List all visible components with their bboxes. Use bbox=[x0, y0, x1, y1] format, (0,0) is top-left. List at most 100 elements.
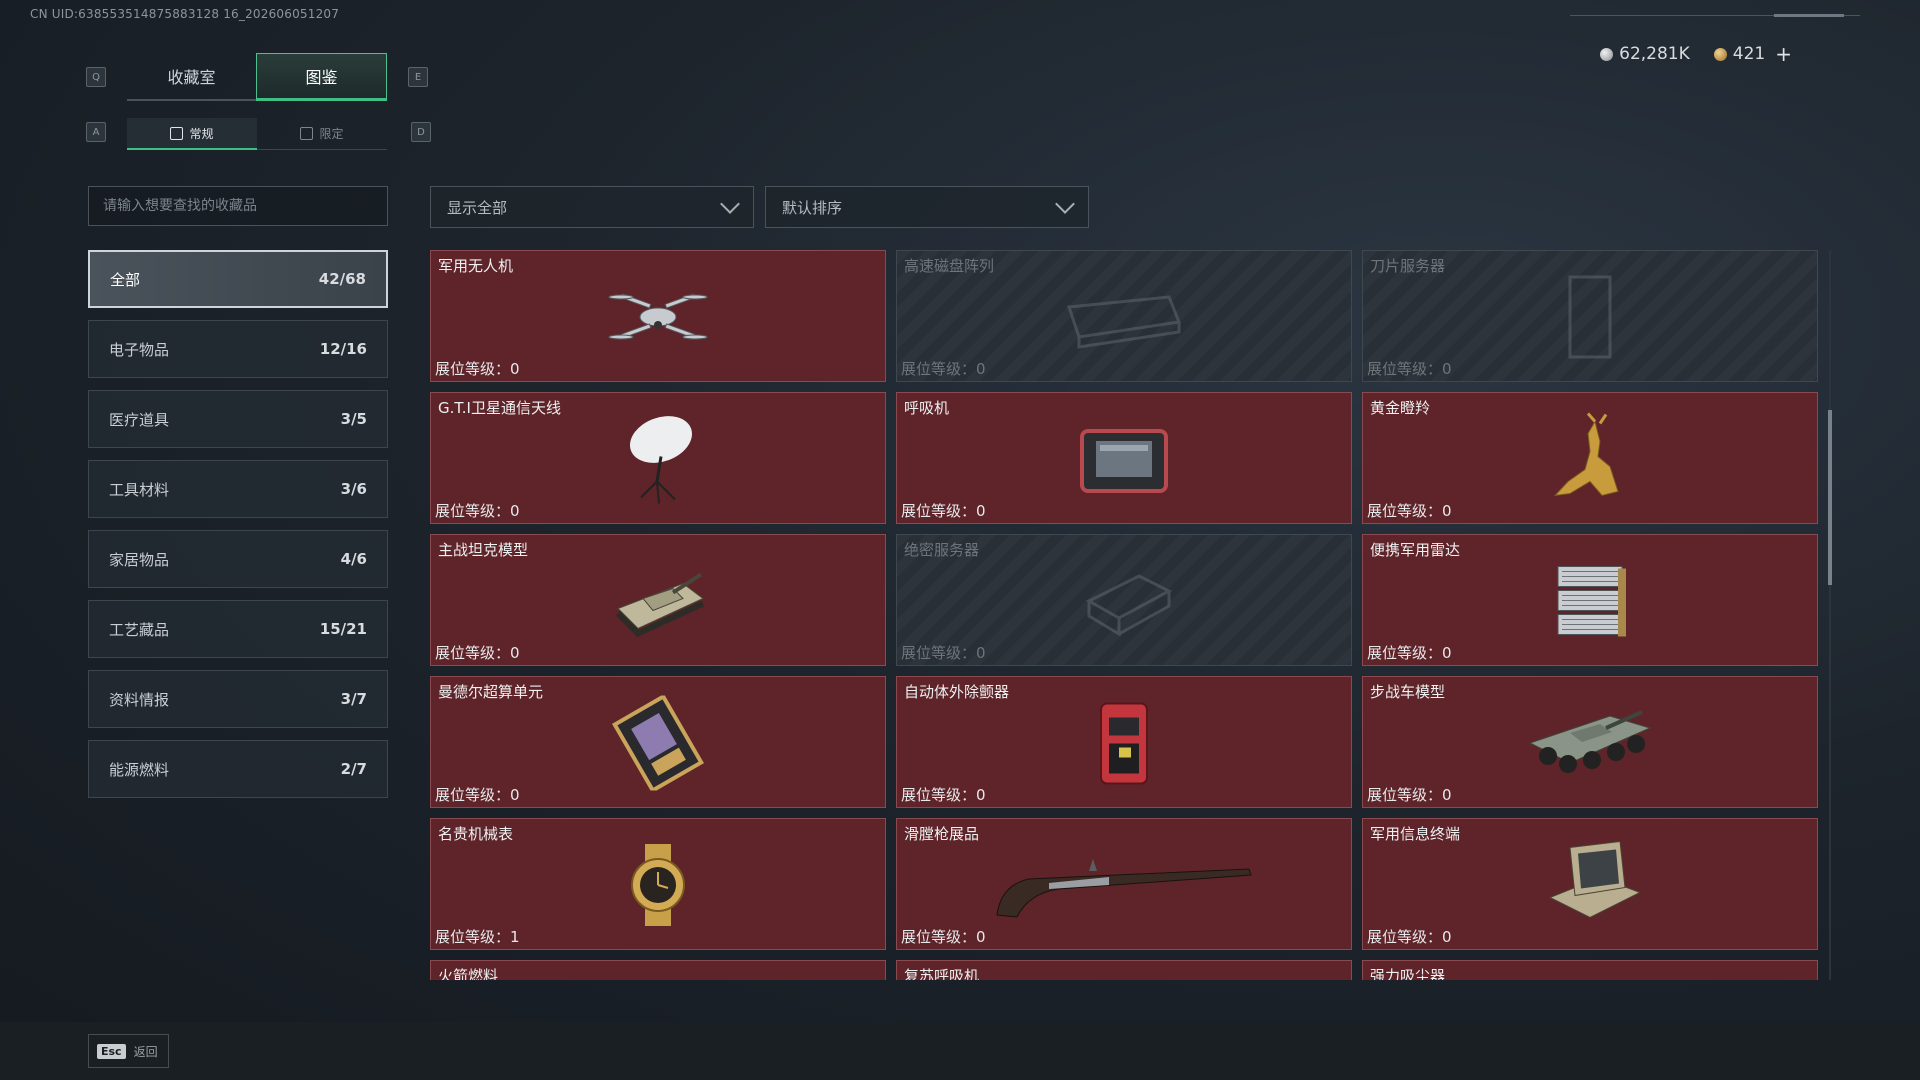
search-input[interactable] bbox=[89, 187, 387, 225]
item-level: 展位等级：0 bbox=[1367, 502, 1452, 520]
key-d-hint: D bbox=[411, 122, 431, 142]
tab-collection-room[interactable]: 收藏室 bbox=[127, 53, 256, 101]
item-level: 展位等级：0 bbox=[435, 360, 520, 378]
item-card[interactable]: 黄金瞪羚 展位等级：0 bbox=[1362, 392, 1818, 524]
item-level: 展位等级：0 bbox=[901, 502, 986, 520]
satellite-dish-icon bbox=[613, 411, 703, 510]
item-card[interactable]: 刀片服务器 展位等级：0 bbox=[1362, 250, 1818, 382]
regular-icon bbox=[170, 126, 184, 140]
limited-icon bbox=[300, 127, 314, 140]
scrollbar-track[interactable] bbox=[1829, 250, 1831, 980]
sort-value: 默认排序 bbox=[782, 198, 843, 217]
item-name: 步战车模型 bbox=[1370, 683, 1446, 701]
gold-currency: 421 + bbox=[1713, 42, 1792, 66]
item-card[interactable]: 名贵机械表 展位等级：1 bbox=[430, 818, 886, 950]
item-level: 展位等级：0 bbox=[435, 644, 520, 662]
item-name: 绝密服务器 bbox=[904, 541, 980, 559]
currency-bar: 62,281K 421 + bbox=[1600, 42, 1792, 66]
gold-amount: 421 bbox=[1732, 44, 1766, 64]
item-name: G.T.I卫星通信天线 bbox=[438, 399, 561, 417]
item-card[interactable]: 主战坦克模型 展位等级：0 bbox=[430, 534, 886, 666]
top-divider-accent bbox=[1774, 14, 1844, 17]
item-name: 曼德尔超算单元 bbox=[438, 683, 544, 701]
item-level: 展位等级：0 bbox=[435, 502, 520, 520]
category-label: 电子物品 bbox=[109, 340, 170, 359]
category-medical[interactable]: 医疗道具 3/5 bbox=[88, 390, 388, 448]
category-energy[interactable]: 能源燃料 2/7 bbox=[88, 740, 388, 798]
category-electronics[interactable]: 电子物品 12/16 bbox=[88, 320, 388, 378]
subtab-regular-label: 常规 bbox=[189, 126, 214, 141]
item-card[interactable]: 高速磁盘阵列 展位等级：0 bbox=[896, 250, 1352, 382]
item-card[interactable]: 自动体外除颤器 展位等级：0 bbox=[896, 676, 1352, 808]
category-list: 全部 42/68 电子物品 12/16 医疗道具 3/5 工具材料 3/6 家居… bbox=[88, 250, 388, 810]
item-name: 呼吸机 bbox=[904, 399, 950, 417]
show-filter-dropdown[interactable]: 显示全部 bbox=[430, 186, 754, 228]
golden-gazelle-icon bbox=[1540, 411, 1640, 510]
item-level: 展位等级：0 bbox=[901, 786, 986, 804]
item-card[interactable]: G.T.I卫星通信天线 展位等级：0 bbox=[430, 392, 886, 524]
item-grid: 军用无人机 展位等级：0 高速磁盘阵列 展位等级：0 刀片服务器 展位等级：0 … bbox=[430, 250, 1820, 980]
category-count: 15/21 bbox=[319, 620, 367, 638]
radar-icon bbox=[1540, 558, 1640, 647]
show-filter-value: 显示全部 bbox=[447, 198, 508, 217]
sort-dropdown[interactable]: 默认排序 bbox=[765, 186, 1089, 228]
item-level: 展位等级：0 bbox=[901, 928, 986, 946]
category-label: 能源燃料 bbox=[109, 760, 170, 779]
item-card[interactable]: 曼德尔超算单元 展位等级：0 bbox=[430, 676, 886, 808]
ventilator-icon bbox=[1074, 419, 1174, 503]
scrollbar-thumb[interactable] bbox=[1828, 410, 1832, 585]
item-name: 复苏呼吸机 bbox=[904, 967, 980, 980]
watch-icon bbox=[613, 840, 703, 934]
item-level: 展位等级：0 bbox=[901, 644, 986, 662]
item-name: 主战坦克模型 bbox=[438, 541, 529, 559]
tab-catalog[interactable]: 图鉴 bbox=[256, 53, 387, 101]
item-name: 军用信息终端 bbox=[1370, 825, 1461, 843]
item-card[interactable]: 军用信息终端 展位等级：0 bbox=[1362, 818, 1818, 950]
item-name: 军用无人机 bbox=[438, 257, 514, 275]
item-name: 黄金瞪羚 bbox=[1370, 399, 1431, 417]
item-card[interactable]: 步战车模型 展位等级：0 bbox=[1362, 676, 1818, 808]
sub-tabs: 常规 限定 bbox=[127, 118, 387, 150]
disk-array-icon bbox=[1059, 277, 1189, 361]
item-level: 展位等级：0 bbox=[1367, 360, 1452, 378]
category-label: 全部 bbox=[110, 270, 141, 289]
subtab-regular[interactable]: 常规 bbox=[127, 118, 257, 150]
item-card[interactable]: 绝密服务器 展位等级：0 bbox=[896, 534, 1352, 666]
category-tools[interactable]: 工具材料 3/6 bbox=[88, 460, 388, 518]
search-box bbox=[88, 186, 388, 226]
terminal-icon bbox=[1530, 837, 1650, 936]
subtab-limited[interactable]: 限定 bbox=[257, 118, 387, 150]
back-label: 返回 bbox=[133, 1044, 158, 1059]
category-household[interactable]: 家居物品 4/6 bbox=[88, 530, 388, 588]
item-card[interactable]: 强力吸尘器 bbox=[1362, 960, 1818, 980]
item-level: 展位等级：0 bbox=[901, 360, 986, 378]
supercomputer-unit-icon bbox=[608, 693, 708, 794]
add-currency-button[interactable]: + bbox=[1775, 42, 1792, 66]
item-card[interactable]: 滑膛枪展品 展位等级：0 bbox=[896, 818, 1352, 950]
item-card[interactable]: 便携军用雷达 展位等级：0 bbox=[1362, 534, 1818, 666]
item-level: 展位等级：0 bbox=[1367, 786, 1452, 804]
chevron-down-icon bbox=[720, 194, 740, 214]
main-tabs: 收藏室 图鉴 bbox=[127, 53, 387, 101]
silver-currency: 62,281K bbox=[1600, 44, 1690, 64]
item-card[interactable]: 军用无人机 展位等级：0 bbox=[430, 250, 886, 382]
item-card[interactable]: 火箭燃料 bbox=[430, 960, 886, 980]
category-label: 医疗道具 bbox=[109, 410, 170, 429]
item-card[interactable]: 呼吸机 展位等级：0 bbox=[896, 392, 1352, 524]
item-card[interactable]: 复苏呼吸机 bbox=[896, 960, 1352, 980]
back-button[interactable]: Esc 返回 bbox=[88, 1034, 169, 1068]
category-label: 工具材料 bbox=[109, 480, 170, 499]
item-name: 火箭燃料 bbox=[438, 967, 499, 980]
secret-server-icon bbox=[1069, 556, 1179, 650]
category-all[interactable]: 全部 42/68 bbox=[88, 250, 388, 308]
key-e-hint: E bbox=[408, 67, 428, 87]
category-label: 家居物品 bbox=[109, 550, 170, 569]
item-level: 展位等级：0 bbox=[435, 786, 520, 804]
silver-amount: 62,281K bbox=[1619, 44, 1690, 64]
category-count: 3/5 bbox=[340, 410, 367, 428]
category-count: 4/6 bbox=[340, 550, 367, 568]
blade-server-icon bbox=[1560, 272, 1620, 366]
key-a-hint: A bbox=[86, 122, 106, 142]
category-crafts[interactable]: 工艺藏品 15/21 bbox=[88, 600, 388, 658]
category-intel[interactable]: 资料情报 3/7 bbox=[88, 670, 388, 728]
